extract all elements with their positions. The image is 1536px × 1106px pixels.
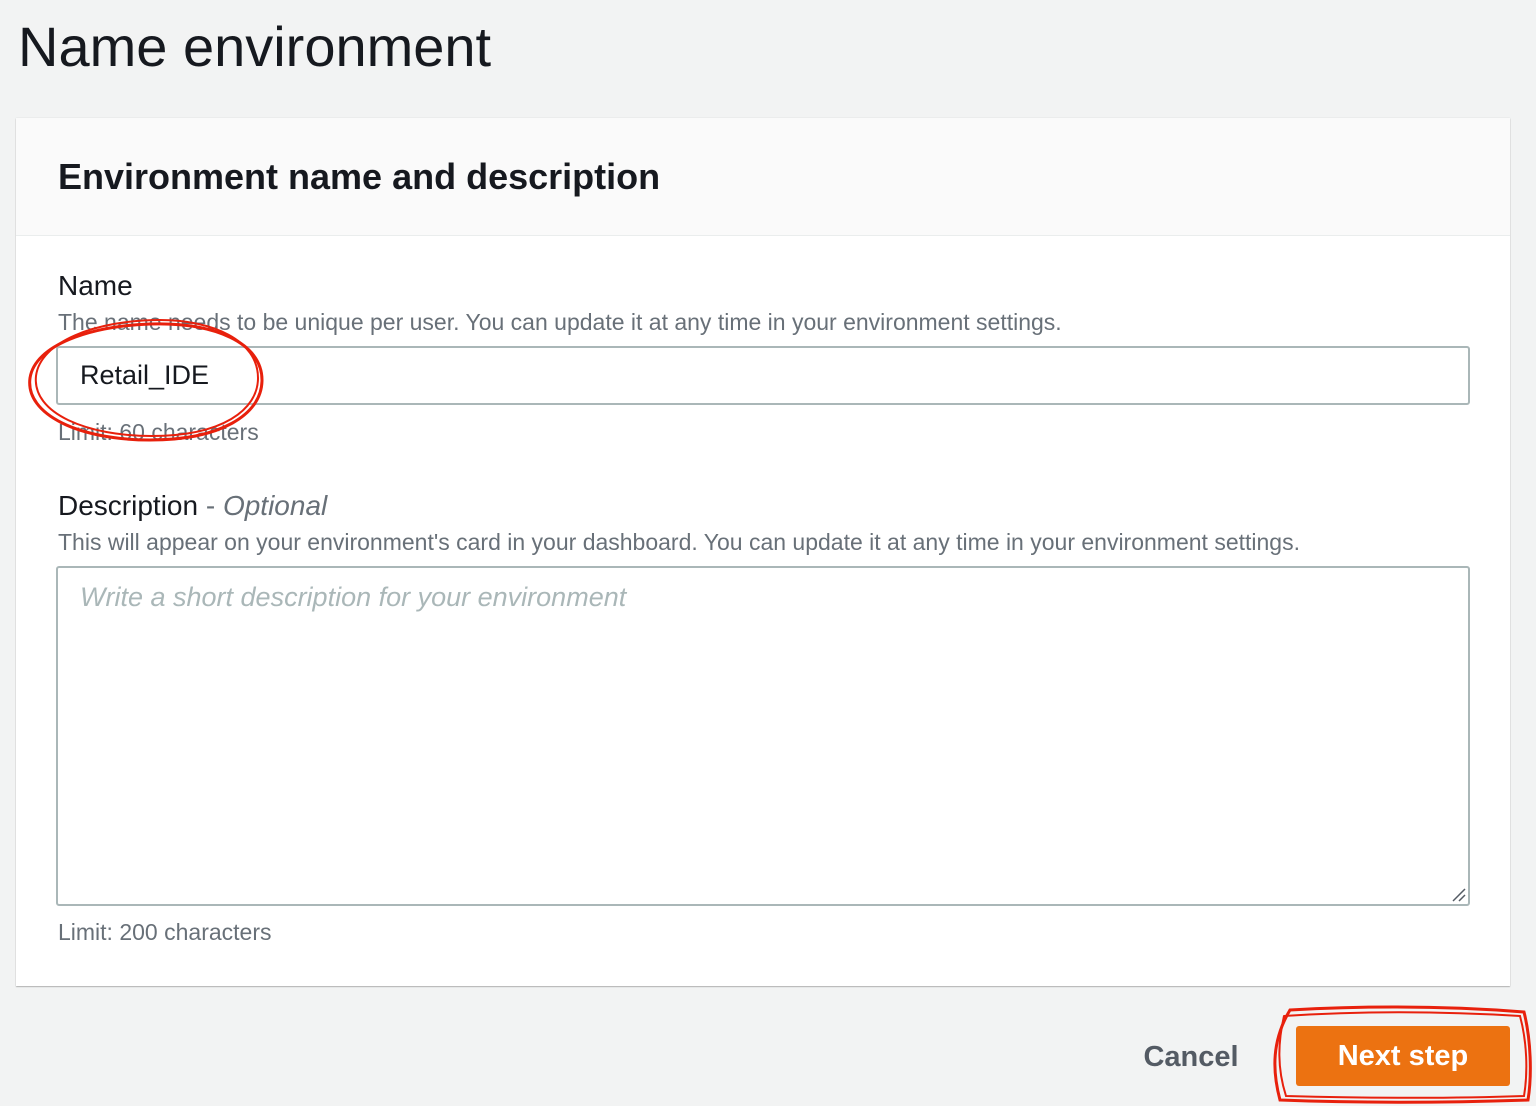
description-limit-hint: Limit: 200 characters xyxy=(58,919,272,945)
card-title: Environment name and description xyxy=(58,156,661,197)
description-help-text: This will appear on your environment's c… xyxy=(58,529,1300,555)
cancel-button[interactable]: Cancel xyxy=(1126,1030,1256,1084)
name-limit-hint: Limit: 60 characters xyxy=(58,419,259,445)
card-header: Environment name and description xyxy=(16,118,1510,236)
description-label: Description - Optional xyxy=(58,489,327,523)
page-title: Name environment xyxy=(18,15,492,78)
optional-tag: Optional xyxy=(222,490,328,521)
description-label-text: Description xyxy=(58,490,199,521)
resize-handle-icon[interactable] xyxy=(1450,886,1466,902)
create-environment-page: Name environment Environment name and de… xyxy=(0,0,1536,1106)
name-label: Name xyxy=(58,270,133,301)
optional-dash: - xyxy=(198,490,223,521)
description-textarea[interactable] xyxy=(56,566,1470,906)
name-description: The name needs to be unique per user. Yo… xyxy=(58,309,1062,335)
next-step-button[interactable]: Next step xyxy=(1296,1026,1510,1086)
name-input[interactable] xyxy=(56,346,1470,405)
